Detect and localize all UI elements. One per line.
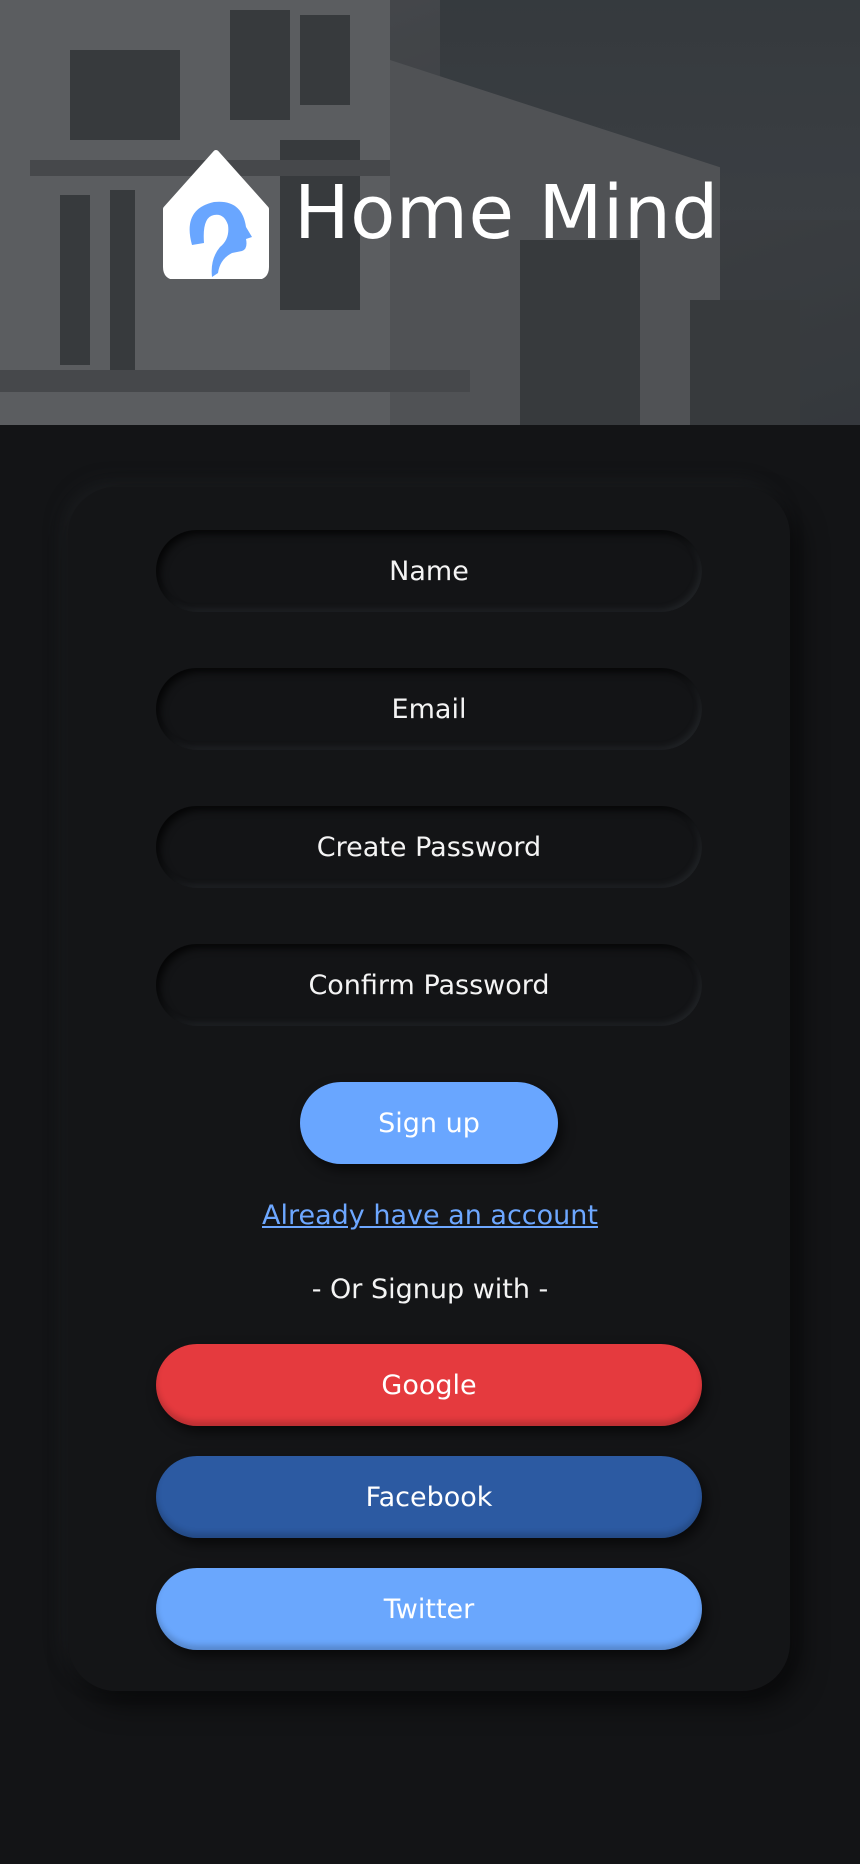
header-banner: Home Mind [0, 0, 860, 425]
facebook-signup-button[interactable]: Facebook [156, 1456, 702, 1538]
email-field[interactable] [156, 668, 702, 750]
house-with-head-icon [158, 147, 274, 280]
brand: Home Mind [158, 147, 719, 280]
signin-link[interactable]: Already have an account [0, 1200, 860, 1231]
signup-button[interactable]: Sign up [300, 1082, 558, 1164]
google-signup-button[interactable]: Google [156, 1344, 702, 1426]
or-signup-divider: - Or Signup with - [311, 1274, 549, 1305]
confirm-password-field[interactable] [156, 944, 702, 1026]
name-field[interactable] [156, 530, 702, 612]
create-password-field[interactable] [156, 806, 702, 888]
twitter-signup-button[interactable]: Twitter [156, 1568, 702, 1650]
brand-name: Home Mind [294, 170, 719, 256]
signup-screen: Home Mind Sign up Already have an accoun… [0, 0, 860, 1864]
